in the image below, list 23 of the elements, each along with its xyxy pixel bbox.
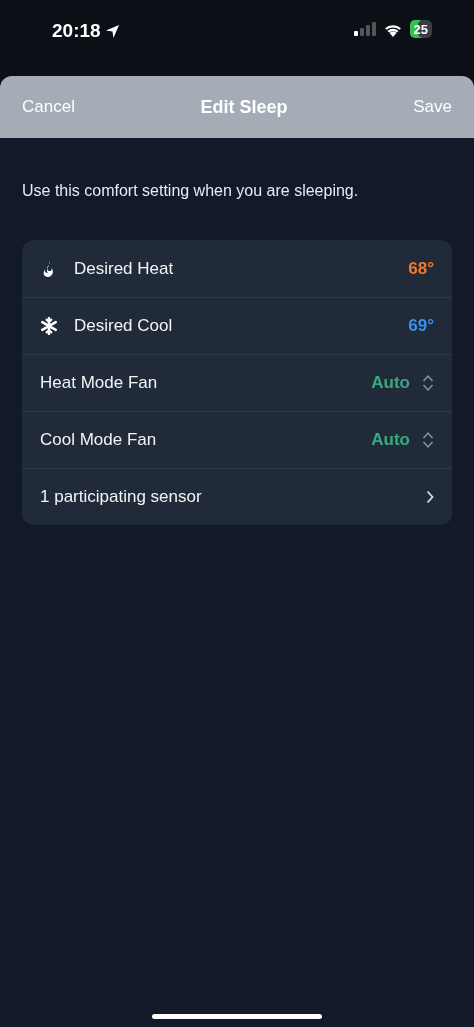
setting-label: Cool Mode Fan [40, 430, 157, 450]
snowflake-icon [40, 317, 58, 335]
setting-value: 68° [408, 258, 434, 279]
up-down-chevron-icon [422, 431, 434, 449]
setting-row[interactable]: 1 participating sensor [22, 468, 452, 525]
setting-value: Auto [371, 373, 410, 393]
setting-label: Desired Heat [74, 258, 174, 279]
sheet-title: Edit Sleep [200, 96, 288, 118]
setting-row[interactable]: Cool Mode Fan Auto [22, 411, 452, 468]
setting-row[interactable]: Desired Cool 69° [22, 297, 452, 354]
status-time: 20:18 [52, 20, 101, 42]
signal-icon [353, 22, 376, 36]
description-text: Use this comfort setting when you are sleeping. [22, 182, 360, 200]
setting-row[interactable]: Heat Mode Fan Auto [22, 354, 452, 411]
up-down-chevron-icon [422, 374, 434, 392]
setting-label: Heat Mode Fan [40, 373, 158, 393]
location-arrow-icon [104, 23, 120, 39]
setting-label: Desired Cool [74, 316, 173, 336]
chevron-right-icon [426, 490, 434, 504]
setting-row[interactable]: Desired Heat 68° [22, 240, 452, 297]
setting-value: 69° [408, 316, 434, 336]
setting-label: 1 participating sensor [40, 487, 202, 507]
setting-value: Auto [371, 430, 410, 450]
